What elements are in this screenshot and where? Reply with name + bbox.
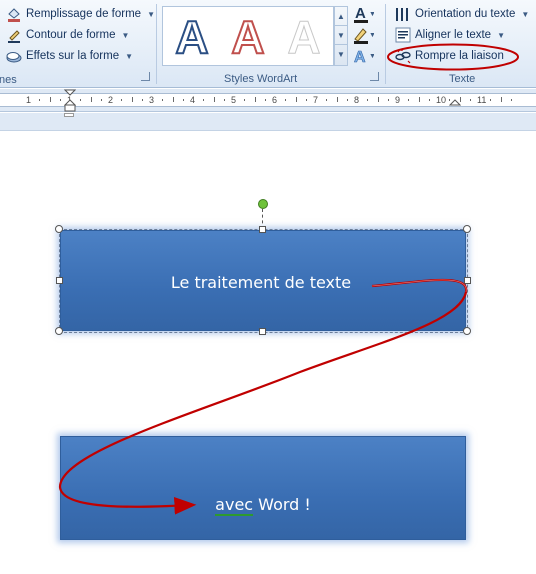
- align-text-label: Aligner le texte: [415, 29, 492, 41]
- ruler-tick: [203, 99, 205, 101]
- ruler-number: 1: [26, 95, 32, 105]
- text-outline-button[interactable]: ▼: [352, 25, 376, 45]
- shape-fill-label: Remplissage de forme: [26, 8, 142, 20]
- ruler-tick: [295, 97, 297, 102]
- ruler-number: 6: [272, 95, 278, 105]
- gallery-down-icon[interactable]: ▼: [335, 26, 347, 45]
- svg-text:A: A: [354, 49, 366, 66]
- group-separator: [156, 4, 157, 84]
- ruler-number: 2: [108, 95, 114, 105]
- wordart-gallery[interactable]: A A A: [162, 6, 334, 66]
- gallery-more-icon[interactable]: ▼: [335, 45, 347, 64]
- ribbon: Remplissage de forme ▼ Contour de forme …: [0, 0, 536, 88]
- shape-styles-group-label: nes: [0, 74, 17, 86]
- wordart-group-label: Styles WordArt: [224, 73, 298, 85]
- pen-outline-icon: [6, 27, 22, 43]
- ruler-tick: [408, 99, 410, 101]
- text-outline-icon: ▼: [354, 28, 376, 44]
- wordart-style-blue[interactable]: A: [167, 10, 217, 64]
- shape-effects-icon: [6, 48, 22, 64]
- wordart-gallery-scroll[interactable]: ▲ ▼ ▼: [334, 6, 348, 66]
- hanging-indent-marker[interactable]: [64, 113, 74, 117]
- ruler-tick: [49, 97, 51, 102]
- indent-marker-icon[interactable]: [64, 89, 76, 112]
- ruler-tick: [326, 99, 328, 101]
- annotation-ellipse: [387, 43, 519, 71]
- ruler-number: 10: [436, 95, 447, 105]
- ruler-tick: [285, 99, 287, 101]
- chevron-down-icon: ▼: [125, 51, 134, 61]
- ruler-tick: [264, 99, 266, 101]
- ruler-tick: [346, 99, 348, 101]
- shape-styles-group: Remplissage de forme ▼ Contour de forme …: [0, 0, 156, 88]
- align-text-icon: [395, 27, 411, 43]
- ruler-tick: [121, 99, 123, 101]
- chevron-down-icon: ▼: [497, 30, 505, 40]
- ruler-tick: [141, 99, 143, 101]
- ruler-tick: [162, 99, 164, 101]
- ruler-tick: [490, 99, 492, 101]
- chevron-down-icon: ▼: [121, 30, 130, 40]
- svg-text:▼: ▼: [369, 53, 374, 60]
- shape-effects-button[interactable]: Effets sur la forme ▼: [6, 46, 133, 66]
- ruler-tick: [387, 99, 389, 101]
- ruler-tick: [131, 97, 133, 102]
- ruler-number: 3: [149, 95, 155, 105]
- ruler-number: 9: [395, 95, 401, 105]
- ruler-tick: [418, 97, 420, 102]
- text-group-label: Texte: [449, 73, 476, 85]
- ruler-tick: [223, 99, 225, 101]
- wordart-style-gray[interactable]: A: [279, 11, 329, 64]
- ruler-tick: [469, 99, 471, 101]
- svg-text:A: A: [355, 5, 366, 22]
- ruler-number: 4: [190, 95, 196, 105]
- text-effects-button[interactable]: A ▼: [352, 46, 376, 67]
- right-indent-marker-icon[interactable]: [449, 95, 461, 111]
- ruler-tick: [254, 97, 256, 102]
- wordart-style-red[interactable]: A: [223, 10, 273, 64]
- ruler-tick: [244, 99, 246, 101]
- text-orientation-button[interactable]: Orientation du texte ▼: [395, 4, 529, 24]
- annotation-arrow: [58, 278, 468, 515]
- ruler-tick: [59, 99, 61, 101]
- dialog-launcher-icon[interactable]: [370, 72, 379, 81]
- ruler-tick: [305, 99, 307, 101]
- shape-outline-button[interactable]: Contour de forme ▼: [6, 25, 129, 45]
- ruler-number: 7: [313, 95, 319, 105]
- shape-effects-label: Effets sur la forme: [26, 50, 120, 62]
- ruler-number: 5: [231, 95, 237, 105]
- ruler-number: 8: [354, 95, 360, 105]
- ruler-bottom-strip: [0, 113, 536, 131]
- horizontal-ruler[interactable]: 11234567891011: [0, 89, 536, 112]
- ruler-tick: [428, 99, 430, 101]
- ruler-tick: [500, 97, 502, 102]
- svg-text:▼: ▼: [369, 32, 374, 39]
- ruler-number: 11: [477, 95, 487, 105]
- text-effects-icon: A ▼: [354, 49, 376, 67]
- ruler-tick: [367, 99, 369, 101]
- ruler-tick: [213, 97, 215, 102]
- text-fill-button[interactable]: A ▼: [352, 4, 376, 24]
- dialog-launcher-icon[interactable]: [141, 72, 150, 81]
- text-orientation-label: Orientation du texte: [415, 8, 516, 20]
- ruler-tick: [80, 99, 82, 101]
- ruler-tick: [90, 97, 92, 102]
- chevron-down-icon: ▼: [521, 9, 530, 19]
- ruler-tick: [336, 97, 338, 102]
- ruler-tick: [100, 99, 102, 101]
- chevron-down-icon: ▼: [147, 9, 155, 19]
- text-fill-icon: A ▼: [354, 5, 376, 23]
- ruler-tick: [377, 97, 379, 102]
- ruler-tick: [182, 99, 184, 101]
- document-canvas[interactable]: Le traitement de texte avec Word !: [0, 132, 536, 574]
- shape-outline-label: Contour de forme: [26, 29, 116, 41]
- svg-text:▼: ▼: [369, 11, 374, 18]
- text-direction-icon: [395, 6, 411, 22]
- ruler-tick: [510, 99, 512, 101]
- shape-fill-button[interactable]: Remplissage de forme ▼: [6, 4, 155, 24]
- ruler-tick: [39, 99, 41, 101]
- gallery-up-icon[interactable]: ▲: [335, 7, 347, 26]
- paint-bucket-icon: [6, 6, 22, 22]
- ruler-tick: [172, 97, 174, 102]
